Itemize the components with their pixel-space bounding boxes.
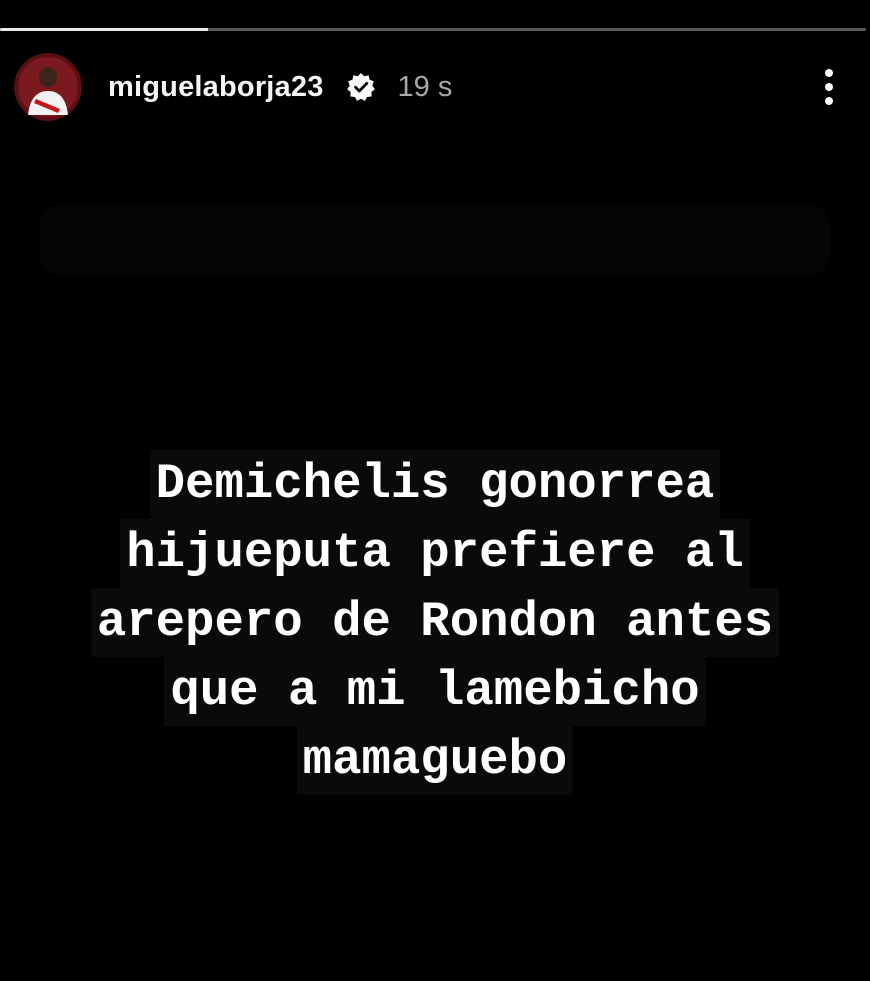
username[interactable]: miguelaborja23 [108,71,324,104]
avatar[interactable] [14,53,82,121]
more-dot [825,97,833,105]
more-dot [825,69,833,77]
background-band [40,205,830,275]
story-timestamp: 19 s [397,70,453,103]
story-text-line: mamaguebo [296,726,574,795]
story-viewer[interactable]: miguelaborja23 19 s Demichelis gonorrea … [0,0,870,981]
story-text-line: arepero de Rondon antes [90,588,780,657]
story-text-block: Demichelis gonorrea hijueputa prefiere a… [0,450,870,795]
verified-badge-icon [346,72,376,102]
profile-avatar-icon [14,53,82,121]
more-vertical-icon[interactable] [816,67,842,107]
story-header: miguelaborja23 19 s [14,52,856,122]
story-text-line: hijueputa prefiere al [120,519,750,588]
more-dot [825,83,833,91]
story-text-line: Demichelis gonorrea [149,450,721,519]
story-progress-bar [0,28,866,31]
story-text-line: que a mi lamebicho [164,657,706,726]
story-progress-fill [0,28,208,31]
